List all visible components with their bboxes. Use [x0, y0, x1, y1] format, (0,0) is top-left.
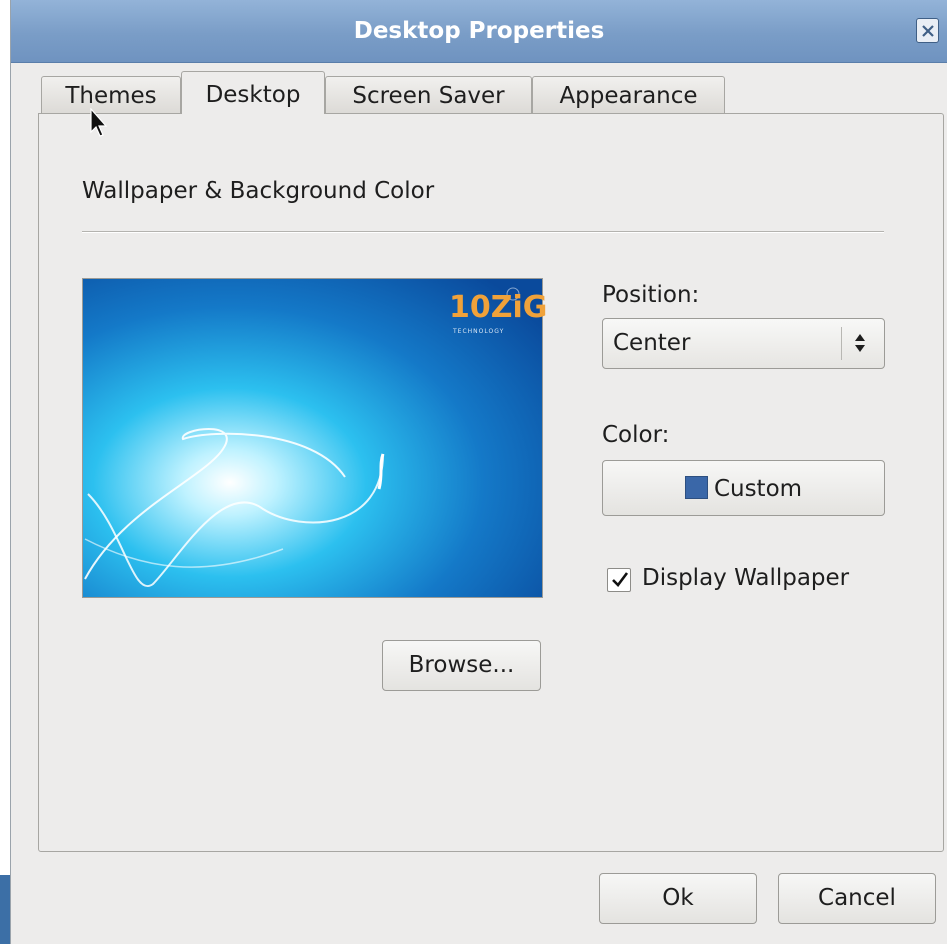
window-left-border	[10, 0, 11, 944]
display-wallpaper-checkbox[interactable]	[607, 568, 631, 592]
close-icon	[922, 25, 934, 37]
select-divider	[841, 327, 842, 360]
display-wallpaper-label[interactable]: Display Wallpaper	[642, 565, 849, 591]
color-button[interactable]: Custom	[602, 460, 885, 516]
window-title: Desktop Properties	[353, 18, 605, 44]
tab-screen-saver[interactable]: Screen Saver	[325, 76, 532, 114]
cancel-button[interactable]: Cancel	[778, 873, 936, 924]
checkmark-icon	[612, 572, 629, 587]
tab-appearance-label: Appearance	[559, 83, 698, 109]
close-button[interactable]	[916, 18, 939, 43]
tab-desktop-label: Desktop	[205, 82, 301, 108]
wallpaper-logo: 10ZiG	[449, 290, 548, 325]
title-bar[interactable]: Desktop Properties	[11, 0, 947, 63]
tab-desktop[interactable]: Desktop	[181, 71, 325, 114]
browse-button[interactable]: Browse...	[382, 640, 541, 691]
color-button-label: Custom	[713, 476, 803, 502]
wallpaper-image	[83, 279, 542, 597]
ok-button[interactable]: Ok	[599, 873, 757, 924]
position-label: Position:	[602, 282, 700, 308]
wallpaper-preview	[82, 278, 543, 598]
section-separator	[82, 231, 884, 233]
tab-appearance[interactable]: Appearance	[532, 76, 725, 114]
position-select[interactable]: Center	[602, 318, 885, 369]
tab-screen-saver-label: Screen Saver	[352, 83, 505, 109]
position-select-value: Center	[613, 330, 691, 356]
mouse-cursor-icon	[90, 108, 108, 137]
wallpaper-logo-subtitle: TECHNOLOGY	[453, 328, 505, 335]
color-label: Color:	[602, 422, 670, 448]
section-title: Wallpaper & Background Color	[82, 178, 435, 204]
select-arrows-icon	[855, 334, 865, 352]
color-swatch-icon	[684, 476, 708, 499]
